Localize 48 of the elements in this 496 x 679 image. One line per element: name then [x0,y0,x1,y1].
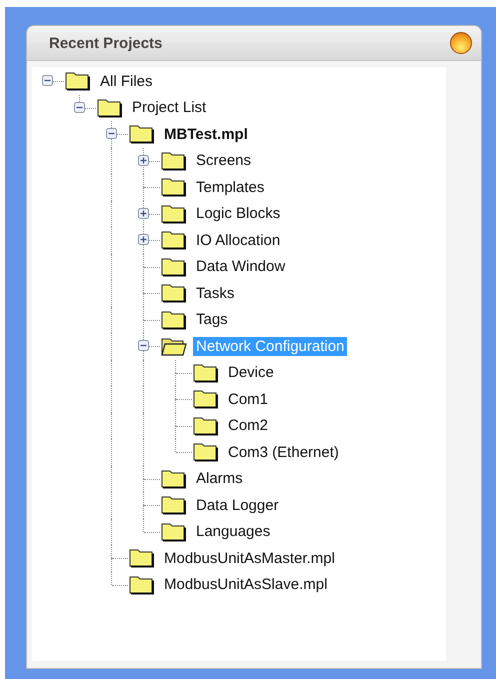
panel-title: Recent Projects [49,34,162,52]
tree-toggle[interactable] [138,340,149,351]
tree-item[interactable]: Screens [193,151,254,170]
tree-toggle[interactable] [138,154,149,166]
tree-item[interactable]: Data Logger [193,496,282,515]
tree-item[interactable]: Com3 (Ethernet) [225,442,342,462]
folder-icon [129,548,155,568]
folder-icon [161,256,187,277]
folder-icon [161,468,187,489]
folder-icon [161,283,187,304]
tree-item[interactable]: Logic Blocks [193,204,284,224]
tree-item[interactable]: Project List [129,98,210,118]
tree-toggle[interactable] [74,102,85,112]
folder-icon [97,98,123,118]
tree-toggle[interactable] [138,208,149,218]
folder-icon [193,362,219,383]
folder-icon [161,177,187,198]
folder-icon [193,442,219,462]
tree-item[interactable]: IO Allocation [193,230,284,250]
tree-toggle[interactable] [138,234,149,245]
folder-icon [161,522,187,542]
tree-item[interactable]: Tags [193,310,231,330]
tree-toggle[interactable] [42,75,53,86]
folder-icon [161,310,187,330]
folder-icon [193,416,219,436]
folder-icon [129,574,155,595]
folder-icon [161,230,187,250]
folder-icon [193,389,219,410]
tree-item[interactable]: Com2 [225,416,272,436]
folder-icon [161,495,187,516]
tree-item[interactable]: Alarms [193,469,246,488]
folder-icon [161,150,187,171]
tree-item[interactable]: Data Window [193,257,288,276]
folder-icon [161,336,187,356]
tree-item[interactable]: ModbusUnitAsMaster.mpl [161,548,338,568]
folder-icon [129,124,155,144]
tree-item[interactable]: Languages [193,522,274,542]
folder-icon [161,204,187,224]
orb-icon[interactable] [450,32,472,54]
tree-item[interactable]: Tasks [193,284,238,303]
tree-toggle[interactable] [106,128,117,139]
tree-item[interactable]: Templates [193,178,268,197]
tree-item[interactable]: MBTest.mpl [161,124,251,144]
tree-item[interactable]: Com1 [225,390,272,409]
tree-item[interactable]: Device [225,363,277,382]
folder-icon [65,71,91,92]
tree-item[interactable]: ModbusUnitAsSlave.mpl [161,575,330,594]
tree-item[interactable]: All Files [97,72,156,91]
